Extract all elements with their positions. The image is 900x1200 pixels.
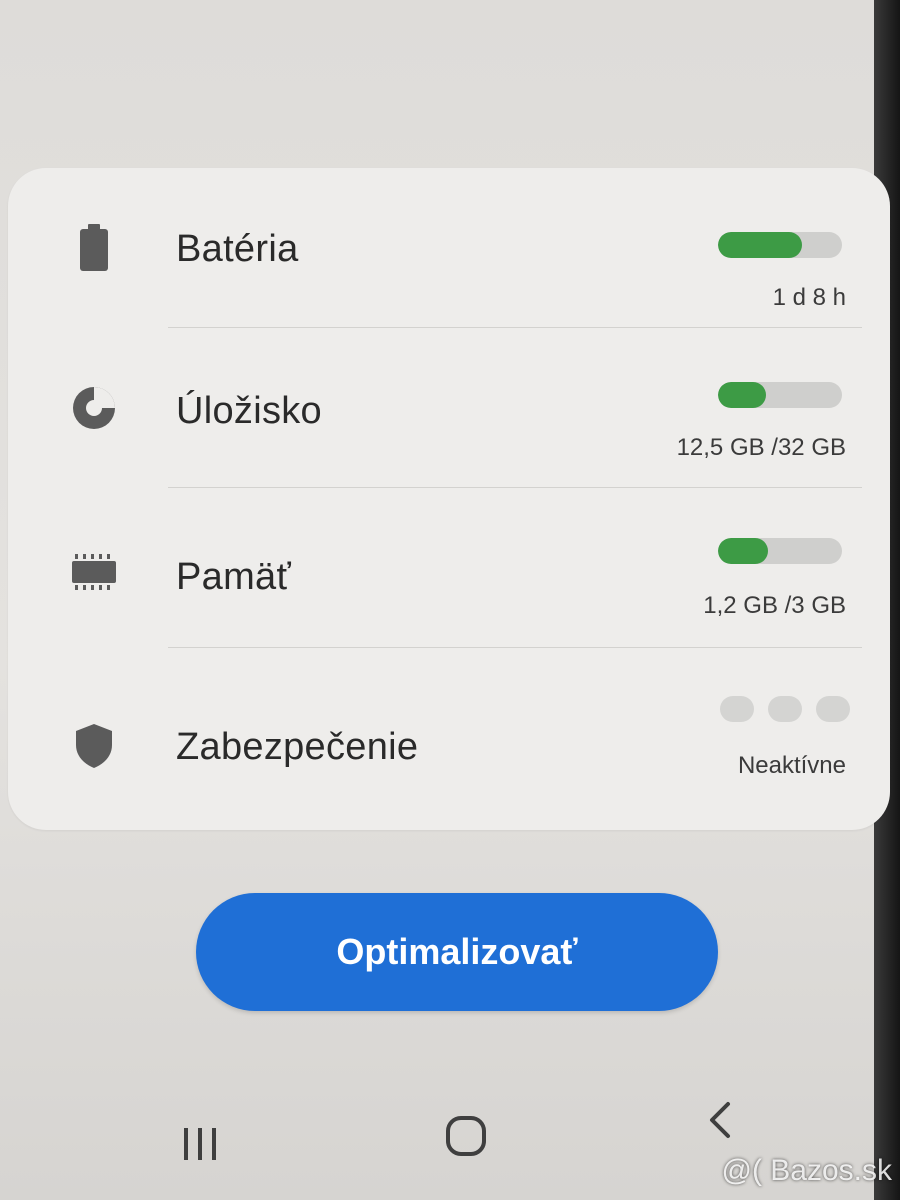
battery-bar: [718, 232, 842, 258]
storage-bar: [718, 382, 842, 408]
storage-icon: [66, 380, 122, 436]
battery-row[interactable]: Batéria 1 d 8 h: [8, 168, 890, 328]
device-care-card: Batéria 1 d 8 h Úložisko 12,5 GB /32 GB: [8, 168, 890, 830]
battery-label: Batéria: [176, 228, 299, 270]
storage-row[interactable]: Úložisko 12,5 GB /32 GB: [8, 328, 890, 488]
storage-bar-fill: [718, 382, 767, 408]
memory-value: 1,2 GB /3 GB: [703, 592, 846, 619]
storage-label: Úložisko: [176, 390, 322, 432]
status-dot: [768, 696, 802, 722]
security-label: Zabezpečenie: [176, 726, 419, 768]
memory-bar: [718, 538, 842, 564]
memory-row[interactable]: Pamäť 1,2 GB /3 GB: [8, 488, 890, 648]
security-row[interactable]: Zabezpečenie Neaktívne: [8, 648, 890, 830]
optimize-button[interactable]: Optimalizovať: [196, 893, 718, 1011]
storage-value: 12,5 GB /32 GB: [676, 434, 846, 461]
memory-icon: [66, 544, 122, 600]
status-dot: [816, 696, 850, 722]
battery-bar-fill: [718, 232, 803, 258]
recent-apps-icon[interactable]: [160, 1104, 240, 1184]
watermark: @( Bazos.sk: [721, 1154, 893, 1187]
shield-icon: [66, 718, 122, 774]
battery-value: 1 d 8 h: [772, 284, 846, 311]
memory-bar-fill: [718, 538, 768, 564]
security-dots: [720, 696, 850, 722]
back-icon[interactable]: [680, 1080, 760, 1160]
battery-icon: [66, 220, 122, 276]
security-value: Neaktívne: [737, 752, 846, 779]
status-dot: [720, 696, 754, 722]
home-icon[interactable]: [426, 1096, 506, 1176]
memory-label: Pamäť: [176, 556, 292, 598]
